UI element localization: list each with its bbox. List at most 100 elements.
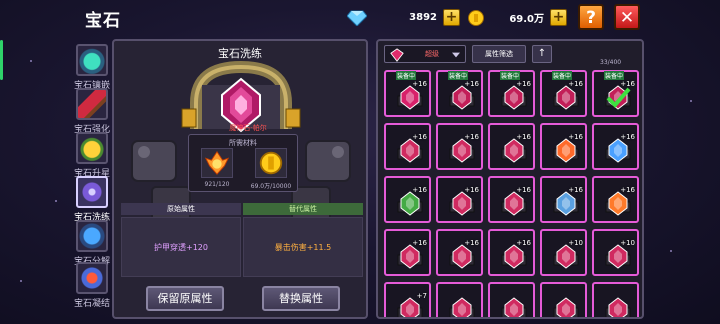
gem-slot[interactable] bbox=[488, 282, 535, 317]
gem-slot[interactable]: +16 bbox=[384, 229, 431, 276]
gem-slot[interactable]: +16 bbox=[540, 123, 587, 170]
gem-icon bbox=[449, 244, 475, 269]
gem-icon bbox=[553, 85, 579, 110]
tab-gem-socket[interactable]: 宝石镶嵌 bbox=[72, 44, 112, 94]
gem-level: +16 bbox=[412, 133, 427, 141]
gem-slot[interactable]: +16 bbox=[488, 229, 535, 276]
inventory-count: 33/400 bbox=[600, 59, 622, 66]
gem-slot[interactable]: +16 bbox=[436, 123, 483, 170]
gem-slot[interactable] bbox=[436, 282, 483, 317]
gem-icon bbox=[397, 191, 423, 216]
diamond-currency: 3892 + bbox=[347, 8, 460, 27]
gem-level: +7 bbox=[416, 292, 427, 300]
gem-slot[interactable]: +16 bbox=[540, 176, 587, 223]
gem-slot[interactable]: 装备中 +16 bbox=[488, 70, 535, 117]
gem-level: +16 bbox=[620, 133, 635, 141]
gem-icon bbox=[449, 85, 475, 110]
keep-original-button[interactable]: 保留原属性 bbox=[146, 286, 224, 311]
equipped-badge: 装备中 bbox=[552, 71, 573, 80]
gem-level: +16 bbox=[412, 239, 427, 247]
tab-gem-refine[interactable]: 宝石洗练 bbox=[72, 176, 112, 226]
gem-slot[interactable]: +16 bbox=[436, 229, 483, 276]
gem-icon bbox=[397, 138, 423, 163]
gem-socket-icon bbox=[76, 44, 108, 76]
gem-level: +16 bbox=[464, 80, 479, 88]
tab-label: 宝石凝结 bbox=[73, 299, 110, 309]
gem-icon bbox=[501, 244, 527, 269]
attribute-filter-button[interactable]: 属性筛选 bbox=[472, 45, 526, 63]
gem-slot[interactable] bbox=[592, 282, 639, 317]
material-slot[interactable] bbox=[255, 148, 287, 178]
gem-slot[interactable]: +10 bbox=[540, 229, 587, 276]
original-attr-header: 原始属性 bbox=[121, 203, 241, 215]
gem-condense-icon bbox=[76, 262, 108, 294]
gem-level: +16 bbox=[620, 186, 635, 194]
tab-gem-condense[interactable]: 宝石凝结 bbox=[72, 262, 112, 312]
gem-quality-icon bbox=[390, 48, 404, 62]
gem-enhance-icon bbox=[76, 88, 108, 120]
gem-level: +16 bbox=[412, 186, 427, 194]
gem-icon bbox=[553, 244, 579, 269]
gem-name: 魔神石-帕尔 bbox=[229, 124, 267, 132]
replace-attr-header: 替代属性 bbox=[243, 203, 363, 215]
add-diamond-button[interactable]: + bbox=[443, 9, 460, 26]
fire-essence-icon bbox=[204, 150, 230, 175]
gem-level: +16 bbox=[464, 239, 479, 247]
gem-level: +10 bbox=[620, 239, 635, 247]
gem-icon bbox=[605, 85, 631, 110]
gem-icon bbox=[553, 138, 579, 163]
material-count: 69.0万/10000 bbox=[250, 183, 292, 190]
tab-gem-star[interactable]: 宝石升星 bbox=[72, 132, 112, 182]
edge-indicator bbox=[0, 40, 3, 80]
gem-level: +10 bbox=[568, 239, 583, 247]
gem-icon bbox=[553, 297, 579, 317]
gem-icon bbox=[397, 85, 423, 110]
swap-attribute-button[interactable]: 替换属性 bbox=[262, 286, 340, 311]
help-button[interactable]: ? bbox=[578, 4, 604, 30]
gem-level: +16 bbox=[568, 186, 583, 194]
gem-slot[interactable]: +16 bbox=[384, 123, 431, 170]
gem-inventory-panel: 超级 属性筛选 ↑ 33/400 装备中 +16 装备中 +16 装备中 +16 装备中 +1… bbox=[376, 39, 644, 319]
gem-level: +16 bbox=[516, 186, 531, 194]
tab-gem-enhance[interactable]: 宝石强化 bbox=[72, 88, 112, 138]
gem-slot[interactable]: +16 bbox=[488, 176, 535, 223]
quality-filter-value: 超级 bbox=[425, 50, 439, 58]
material-count: 921/120 bbox=[204, 181, 230, 188]
gem-slot[interactable]: +16 bbox=[592, 123, 639, 170]
gem-slot[interactable]: +10 bbox=[592, 229, 639, 276]
gem-slot[interactable]: +16 bbox=[436, 176, 483, 223]
background-star bbox=[670, 250, 672, 252]
sort-arrow-icon[interactable]: ↑ bbox=[532, 45, 552, 63]
gem-slot[interactable]: +7 bbox=[384, 282, 431, 317]
close-button[interactable]: ✕ bbox=[614, 4, 640, 30]
gold-currency: 69.0万 + bbox=[466, 8, 567, 27]
background-star bbox=[690, 100, 692, 102]
gem-icon bbox=[605, 138, 631, 163]
background-star bbox=[20, 280, 22, 282]
material-slot[interactable] bbox=[201, 148, 233, 178]
gem-slot[interactable]: 装备中 +16 bbox=[540, 70, 587, 117]
add-gold-button[interactable]: + bbox=[550, 9, 567, 26]
original-attr-value: 护甲穿透+120 bbox=[121, 217, 241, 277]
refine-panel: 宝石洗练 魔神石-帕尔 所需材料 921/120 69.0万/10000 原始属… bbox=[112, 39, 368, 319]
gem-slot[interactable]: 装备中 +16 bbox=[384, 70, 431, 117]
background-star bbox=[30, 60, 32, 62]
gem-icon bbox=[501, 85, 527, 110]
replace-attr-value: 暴击伤害+11.5 bbox=[243, 217, 363, 277]
gem-icon bbox=[501, 297, 527, 317]
gem-level: +16 bbox=[516, 133, 531, 141]
gem-slot[interactable]: +16 bbox=[384, 176, 431, 223]
gem-level: +16 bbox=[464, 186, 479, 194]
gem-slot[interactable]: 装备中 +16 bbox=[592, 70, 639, 117]
materials-title: 所需材料 bbox=[229, 139, 257, 147]
quality-filter-dropdown[interactable]: 超级 bbox=[384, 45, 466, 63]
gem-slot[interactable]: 装备中 +16 bbox=[436, 70, 483, 117]
gold-coin-icon bbox=[468, 9, 484, 26]
gem-slot[interactable]: +16 bbox=[592, 176, 639, 223]
gem-level: +16 bbox=[568, 133, 583, 141]
materials-box: 所需材料 921/120 69.0万/10000 bbox=[188, 134, 298, 192]
gem-slot[interactable] bbox=[540, 282, 587, 317]
gem-slot[interactable]: +16 bbox=[488, 123, 535, 170]
gem-level: +16 bbox=[464, 133, 479, 141]
equipped-badge: 装备中 bbox=[604, 71, 625, 80]
